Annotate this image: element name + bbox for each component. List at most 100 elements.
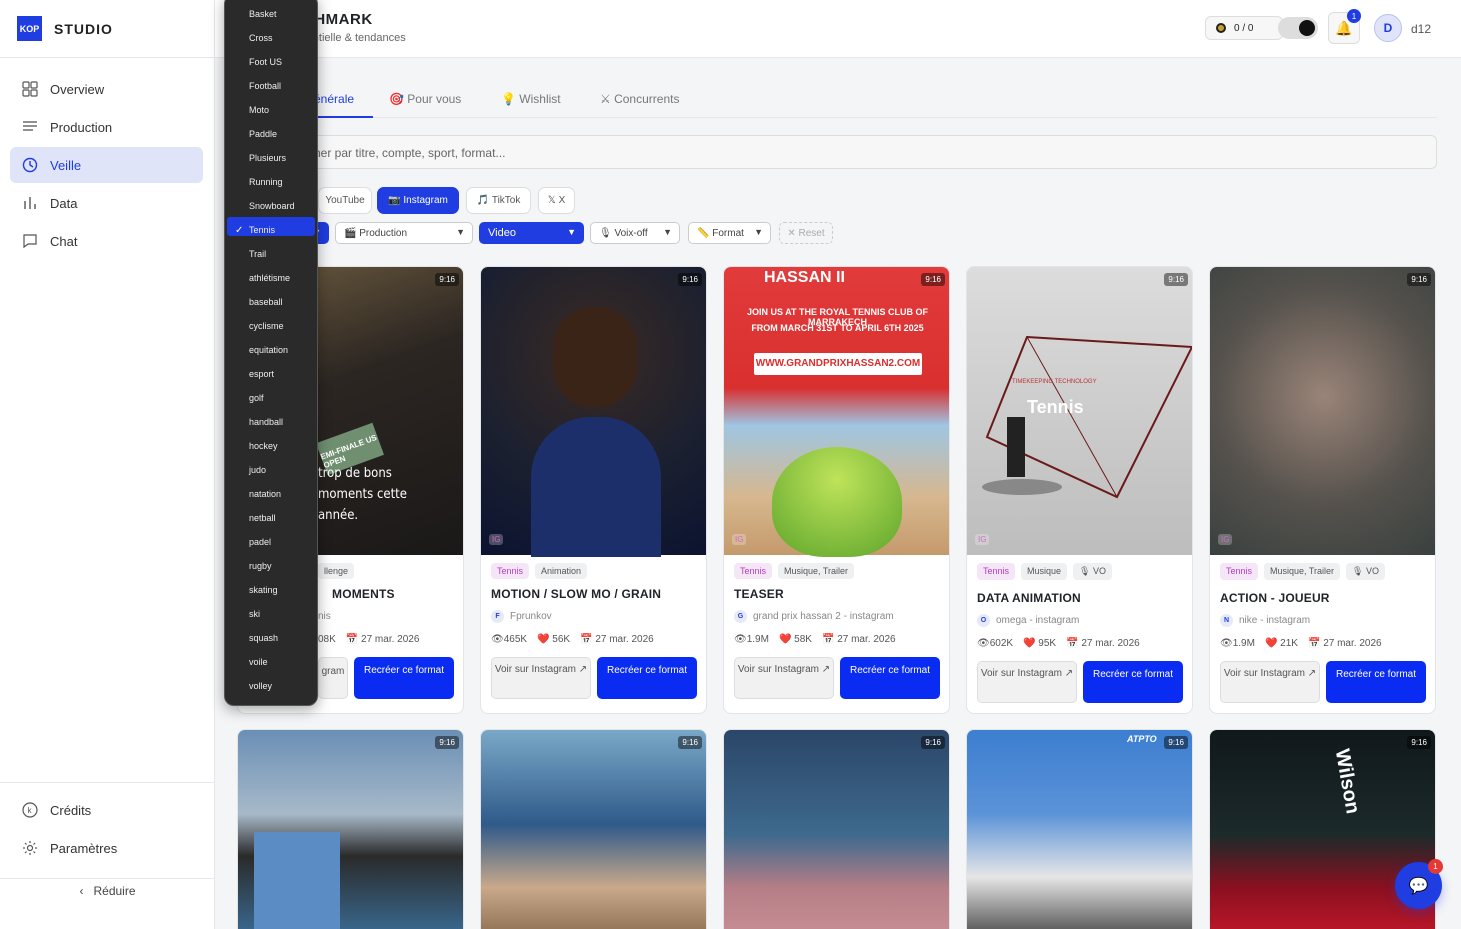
sport-option[interactable]: Moto — [249, 105, 269, 115]
theme-toggle[interactable] — [1278, 17, 1318, 39]
tab-concurrents[interactable]: ⚔ Concurrents — [600, 92, 679, 106]
sport-option[interactable]: Foot US — [249, 57, 282, 67]
sport-option[interactable]: handball — [249, 417, 283, 427]
production-filter-select[interactable]: 🎬 Production ▼ — [335, 222, 473, 244]
tab-general[interactable]: énérale — [314, 92, 354, 106]
view-on-instagram-button[interactable]: Voir sur Instagram ↗ — [734, 657, 834, 699]
recreate-format-button[interactable]: Recréer ce format — [1083, 661, 1183, 703]
likes-count: 58K — [794, 634, 812, 645]
sidebar-item-chat[interactable]: Chat — [10, 223, 203, 259]
card-stats: 👁602K ❤️ 95K 📅 27 mar. 2026 — [977, 638, 1140, 649]
video-thumbnail[interactable]: 9:16 — [238, 730, 463, 929]
aspect-ratio-badge: 9:16 — [921, 273, 945, 286]
aspect-ratio-badge: 9:16 — [921, 736, 945, 749]
sport-option[interactable]: squash — [249, 633, 278, 643]
chevron-down-icon: ▼ — [456, 227, 465, 237]
tab-pour-vous[interactable]: 🎯 Pour vous — [389, 92, 461, 106]
sidebar-item-credits[interactable]: k Crédits — [10, 792, 203, 828]
reset-label: Reset — [798, 227, 825, 239]
video-card[interactable]: ATPTO 9:16 — [966, 729, 1193, 929]
video-thumbnail[interactable]: ATPTO 9:16 — [967, 730, 1192, 929]
video-card[interactable]: 9:16 — [237, 729, 464, 929]
sport-option[interactable]: voile — [249, 657, 268, 667]
view-on-instagram-button[interactable]: Voir sur Instagram ↗ — [491, 657, 591, 699]
recreate-format-button[interactable]: Recréer ce format — [354, 657, 454, 699]
video-card[interactable]: TIMEKEEPING TECHNOLOGY Tennis IG 9:16 Te… — [966, 266, 1193, 714]
platform-chip-tiktok[interactable]: 🎵 TikTok — [466, 187, 531, 214]
sport-option[interactable]: Football — [249, 81, 281, 91]
sidebar-item-label: Production — [50, 119, 113, 135]
sport-option[interactable]: golf — [249, 393, 264, 403]
chat-bubble-icon — [23, 234, 37, 249]
tabs-bar: énérale 🎯 Pour vous 💡 Wishlist ⚔ Concurr… — [237, 84, 1437, 118]
sidebar-item-veille[interactable]: Veille — [10, 147, 203, 183]
recreate-format-button[interactable]: Recréer ce format — [1326, 661, 1426, 703]
reset-filters-button[interactable]: ✕ Reset — [779, 222, 833, 244]
sport-option[interactable]: Running — [249, 177, 283, 187]
video-thumbnail[interactable]: IG 9:16 — [1210, 267, 1435, 555]
video-card[interactable]: 9:16 — [723, 729, 950, 929]
collapse-sidebar-button[interactable]: ‹ Réduire — [0, 884, 215, 898]
view-on-instagram-button[interactable]: Voir sur Instagram ↗ — [977, 661, 1077, 703]
sport-option[interactable]: judo — [249, 465, 266, 475]
aspect-ratio-badge: 9:16 — [678, 273, 702, 286]
chip-label: Instagram — [403, 195, 448, 206]
platform-chip-youtube[interactable]: YouTube — [318, 187, 372, 214]
poster-url: WWW.GRANDPRIXHASSAN2.COM — [754, 353, 922, 375]
sport-option[interactable]: Cross — [249, 33, 273, 43]
video-thumbnail[interactable]: TIMEKEEPING TECHNOLOGY Tennis IG 9:16 — [967, 267, 1192, 555]
username[interactable]: d12 — [1411, 22, 1431, 36]
sidebar-nav: Overview Production Veille Data Chat — [10, 71, 203, 261]
credits-counter[interactable]: 0 / 0 — [1205, 16, 1283, 40]
sport-option[interactable]: Snowboard — [249, 201, 295, 211]
format-filter-select[interactable]: 📏 Format ▼ — [688, 222, 771, 244]
platform-chip-instagram[interactable]: 📷 Instagram — [377, 187, 459, 214]
date: 📅 27 mar. 2026 — [580, 634, 654, 645]
video-thumbnail[interactable]: HASSAN II JOIN US AT THE ROYAL TENNIS CL… — [724, 267, 949, 557]
video-card[interactable]: IG 9:16 Tennis Animation MOTION / SLOW MO… — [480, 266, 707, 714]
sport-option[interactable]: volley — [249, 681, 272, 691]
sport-option[interactable]: athlétisme — [249, 273, 290, 283]
sport-option[interactable]: hockey — [249, 441, 278, 451]
sidebar-item-production[interactable]: Production — [10, 109, 203, 145]
views-count: 1.9M — [1232, 638, 1255, 649]
sport-option[interactable]: skating — [249, 585, 278, 595]
video-card[interactable]: IG 9:16 Tennis Musique, Trailer 🎙 VO ACTIO… — [1209, 266, 1436, 714]
sport-option[interactable]: Basket — [249, 9, 277, 19]
video-card[interactable]: HASSAN II JOIN US AT THE ROYAL TENNIS CL… — [723, 266, 950, 714]
video-thumbnail[interactable]: IG 9:16 — [481, 267, 706, 557]
video-thumbnail[interactable]: 9:16 — [481, 730, 706, 929]
avatar[interactable]: D — [1374, 14, 1402, 42]
recreate-format-button[interactable]: Recréer ce format — [840, 657, 940, 699]
search-input[interactable]: her par titre, compte, sport, format... — [237, 135, 1437, 169]
chip-label: X — [558, 195, 566, 206]
sport-option[interactable]: ski — [249, 609, 260, 619]
voiceover-filter-select[interactable]: 🎙 Voix-off ▼ — [590, 222, 680, 244]
view-on-instagram-button[interactable]: Voir sur Instagram ↗ — [1220, 661, 1320, 703]
sport-option[interactable]: baseball — [249, 297, 283, 307]
sport-option[interactable]: natation — [249, 489, 281, 499]
platform-chip-x[interactable]: 𝕏 X — [538, 187, 575, 214]
sport-option[interactable]: netball — [249, 513, 276, 523]
tab-wishlist[interactable]: 💡 Wishlist — [501, 92, 561, 106]
sidebar-item-data[interactable]: Data — [10, 185, 203, 221]
sport-option[interactable]: cyclisme — [249, 321, 284, 331]
sport-option[interactable]: esport — [249, 369, 274, 379]
sport-option[interactable]: equitation — [249, 345, 288, 355]
sport-option[interactable]: Plusieurs — [249, 153, 286, 163]
sidebar-item-overview[interactable]: Overview — [10, 71, 203, 107]
tab-label: Pour vous — [407, 92, 462, 106]
sport-option[interactable]: padel — [249, 537, 271, 547]
likes-count: 95K — [1038, 638, 1057, 649]
sport-option[interactable]: Tennis — [249, 225, 275, 235]
view-on-instagram-button[interactable]: gram — [318, 657, 348, 699]
sport-option[interactable]: Paddle — [249, 129, 277, 139]
logo[interactable]: KOP STUDIO — [17, 16, 113, 41]
video-card[interactable]: 9:16 — [480, 729, 707, 929]
sport-option[interactable]: Trail — [249, 249, 266, 259]
sport-option[interactable]: rugby — [249, 561, 272, 571]
video-thumbnail[interactable]: 9:16 — [724, 730, 949, 929]
recreate-format-button[interactable]: Recréer ce format — [597, 657, 697, 699]
content-type-filter-select[interactable]: Video ▼ — [479, 222, 584, 244]
sidebar-item-settings[interactable]: Paramètres — [10, 830, 203, 866]
